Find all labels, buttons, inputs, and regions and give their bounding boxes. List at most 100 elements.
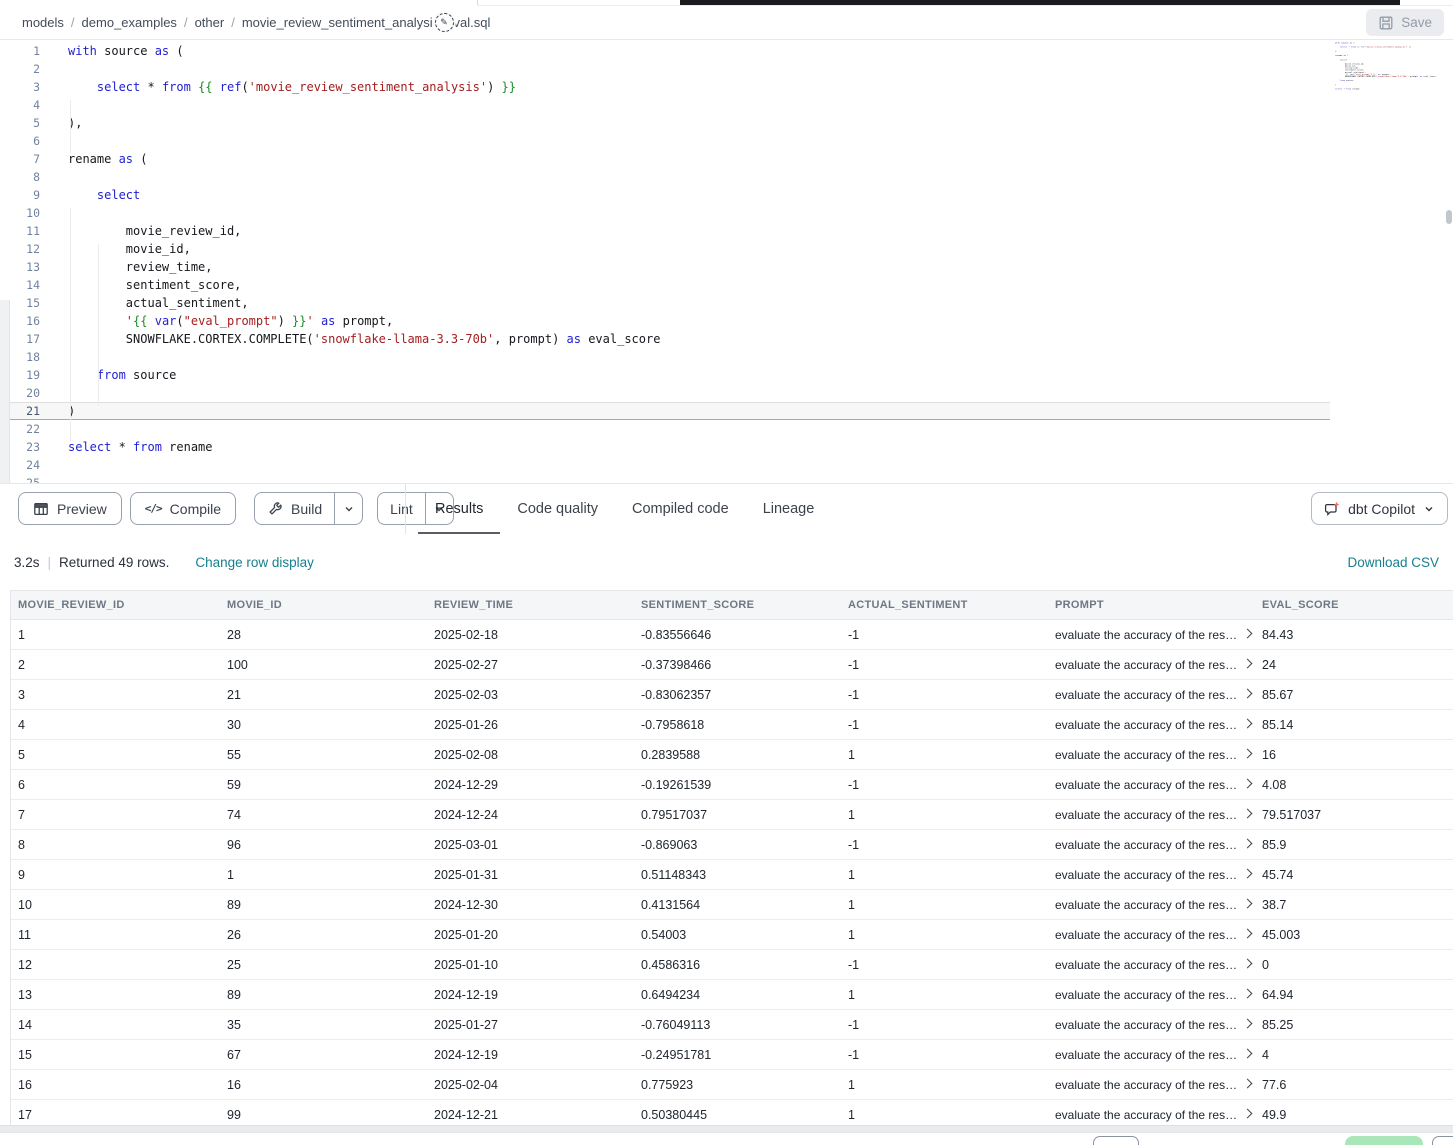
prompt-cell: evaluate the accuracy of the res… — [1048, 628, 1255, 642]
breadcrumb-item[interactable]: demo_examples — [82, 15, 177, 30]
code-line[interactable]: 8 — [0, 168, 1330, 186]
column-header[interactable]: SENTIMENT_SCORE — [634, 599, 841, 611]
column-header[interactable]: PROMPT — [1048, 599, 1255, 611]
code-line[interactable]: 11 movie_review_id, — [0, 222, 1330, 240]
expand-cell-icon[interactable] — [1243, 1079, 1253, 1089]
compile-button[interactable]: </> Compile — [130, 492, 236, 525]
table-cell: -0.7958618 — [634, 718, 841, 732]
expand-cell-icon[interactable] — [1243, 1019, 1253, 1029]
code-line[interactable]: 24 — [0, 456, 1330, 474]
table-cell: 49.9 — [1255, 1108, 1453, 1122]
tab-compiled-code[interactable]: Compiled code — [615, 484, 746, 534]
code-line[interactable]: 7rename as ( — [0, 150, 1330, 168]
table-cell: 7 — [11, 808, 220, 822]
table-cell: 21 — [220, 688, 427, 702]
code-line[interactable]: 13 review_time, — [0, 258, 1330, 276]
table-cell: 1 — [841, 748, 1048, 762]
expand-cell-icon[interactable] — [1243, 839, 1253, 849]
editor-scrollbar-thumb[interactable] — [1446, 210, 1452, 224]
bottom-band — [0, 1125, 1453, 1133]
code-editor[interactable]: 1with source as (23 select * from {{ ref… — [0, 40, 1453, 483]
code-line[interactable]: 3 select * from {{ ref('movie_review_sen… — [0, 78, 1330, 96]
change-row-display-link[interactable]: Change row display — [195, 555, 314, 570]
bottom-button-partial[interactable] — [1432, 1136, 1453, 1145]
code-line[interactable]: 18 — [0, 348, 1330, 366]
expand-cell-icon[interactable] — [1243, 869, 1253, 879]
breadcrumb-bar: models/demo_examples/other/movie_review_… — [0, 6, 1453, 40]
save-button[interactable]: Save — [1366, 9, 1444, 36]
preview-button[interactable]: Preview — [18, 492, 122, 525]
table-cell: 15 — [11, 1048, 220, 1062]
table-cell: 2025-01-10 — [427, 958, 634, 972]
expand-cell-icon[interactable] — [1243, 1109, 1253, 1119]
table-cell: 100 — [220, 658, 427, 672]
table-cell: 16 — [220, 1078, 427, 1092]
breadcrumb-item[interactable]: other — [195, 15, 225, 30]
prompt-preview-text: evaluate the accuracy of the res… — [1055, 868, 1237, 882]
dbt-copilot-button[interactable]: dbt Copilot — [1311, 492, 1448, 525]
code-line[interactable]: 10 — [0, 204, 1330, 222]
download-csv-link[interactable]: Download CSV — [1347, 555, 1439, 570]
table-cell: 77.6 — [1255, 1078, 1453, 1092]
code-line[interactable]: 1with source as ( — [0, 42, 1330, 60]
build-button[interactable]: Build — [255, 493, 334, 524]
code-line[interactable]: 5), — [0, 114, 1330, 132]
expand-cell-icon[interactable] — [1243, 989, 1253, 999]
code-brackets-icon: </> — [145, 502, 162, 515]
edit-file-badge[interactable]: ✎ — [432, 10, 456, 34]
tab-results[interactable]: Results — [418, 484, 500, 534]
breadcrumb-item[interactable]: models — [22, 15, 64, 30]
code-line[interactable]: 2 — [0, 60, 1330, 78]
code-line[interactable]: 6 — [0, 132, 1330, 150]
code-line[interactable]: 9 select — [0, 186, 1330, 204]
expand-cell-icon[interactable] — [1243, 689, 1253, 699]
column-header[interactable]: MOVIE_REVIEW_ID — [11, 599, 220, 611]
table-cell: 1 — [841, 928, 1048, 942]
expand-cell-icon[interactable] — [1243, 719, 1253, 729]
editor-minimap[interactable]: with source as ( select * from {{ ref('m… — [1335, 42, 1441, 102]
prompt-preview-text: evaluate the accuracy of the res… — [1055, 1078, 1237, 1092]
results-status-row: 3.2s|Returned 49 rows. Change row displa… — [0, 534, 1453, 590]
code-line[interactable]: 15 actual_sentiment, — [0, 294, 1330, 312]
tab-code-quality[interactable]: Code quality — [500, 484, 615, 534]
tab-lineage[interactable]: Lineage — [746, 484, 832, 534]
table-cell: -0.83556646 — [634, 628, 841, 642]
code-line[interactable]: 17 SNOWFLAKE.CORTEX.COMPLETE('snowflake-… — [0, 330, 1330, 348]
code-text: sentiment_score, — [55, 278, 241, 292]
column-header[interactable]: REVIEW_TIME — [427, 599, 634, 611]
table-cell: 8 — [11, 838, 220, 852]
table-cell: 11 — [11, 928, 220, 942]
bottom-green-pill[interactable] — [1345, 1136, 1423, 1145]
code-line[interactable]: 4 — [0, 96, 1330, 114]
expand-cell-icon[interactable] — [1243, 749, 1253, 759]
table-cell: 2025-03-01 — [427, 838, 634, 852]
code-line[interactable]: 20 — [0, 384, 1330, 402]
code-line[interactable]: 22 — [0, 420, 1330, 438]
code-line[interactable]: 21) — [0, 402, 1330, 420]
build-dropdown-button[interactable] — [334, 493, 362, 524]
expand-cell-icon[interactable] — [1243, 1049, 1253, 1059]
expand-cell-icon[interactable] — [1243, 929, 1253, 939]
code-line[interactable]: 16 '{{ var("eval_prompt") }}' as prompt, — [0, 312, 1330, 330]
prompt-preview-text: evaluate the accuracy of the res… — [1055, 958, 1237, 972]
prompt-cell: evaluate the accuracy of the res… — [1048, 1078, 1255, 1092]
bottom-button-partial[interactable] — [1093, 1136, 1139, 1145]
compile-label: Compile — [170, 501, 221, 517]
table-cell: 0.6494234 — [634, 988, 841, 1002]
table-cell: 1 — [11, 628, 220, 642]
expand-cell-icon[interactable] — [1243, 629, 1253, 639]
code-line[interactable]: 25 — [0, 474, 1330, 483]
expand-cell-icon[interactable] — [1243, 659, 1253, 669]
expand-cell-icon[interactable] — [1243, 809, 1253, 819]
column-header[interactable]: MOVIE_ID — [220, 599, 427, 611]
column-header[interactable]: EVAL_SCORE — [1255, 599, 1453, 611]
code-line[interactable]: 14 sentiment_score, — [0, 276, 1330, 294]
expand-cell-icon[interactable] — [1243, 959, 1253, 969]
expand-cell-icon[interactable] — [1243, 899, 1253, 909]
code-line[interactable]: 12 movie_id, — [0, 240, 1330, 258]
code-line[interactable]: 19 from source — [0, 366, 1330, 384]
table-cell: 2025-01-26 — [427, 718, 634, 732]
code-line[interactable]: 23select * from rename — [0, 438, 1330, 456]
expand-cell-icon[interactable] — [1243, 779, 1253, 789]
column-header[interactable]: ACTUAL_SENTIMENT — [841, 599, 1048, 611]
